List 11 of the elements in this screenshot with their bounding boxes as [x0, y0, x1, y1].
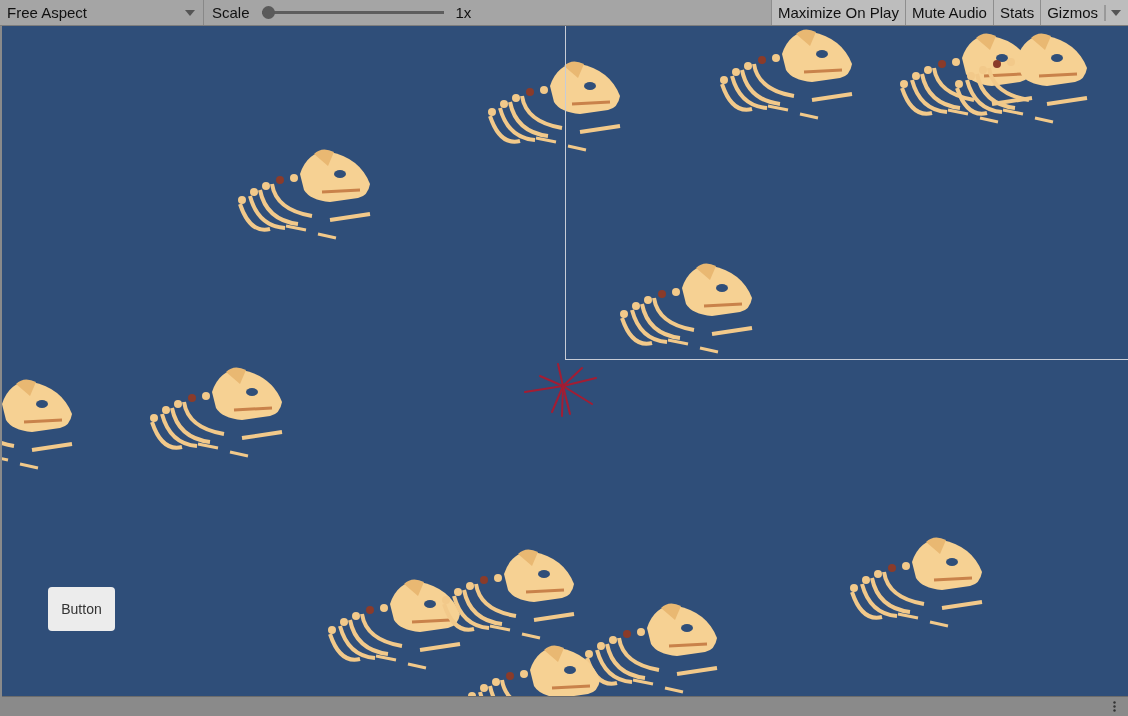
toolbar-button[interactable]: Gizmos	[1040, 0, 1128, 25]
game-button[interactable]: Button	[48, 587, 115, 631]
toolbar-button[interactable]: Stats	[992, 0, 1041, 25]
toolbar-button[interactable]: Maximize On Play	[771, 0, 905, 25]
scale-value: 1x	[455, 4, 472, 21]
more-icon[interactable]	[1113, 701, 1116, 712]
caret-icon	[1104, 4, 1122, 21]
scale-label: Scale	[212, 4, 250, 21]
toolbar-button[interactable]: Mute Audio	[904, 0, 993, 25]
caret-icon	[185, 9, 195, 16]
slider-thumb[interactable]	[261, 6, 275, 19]
